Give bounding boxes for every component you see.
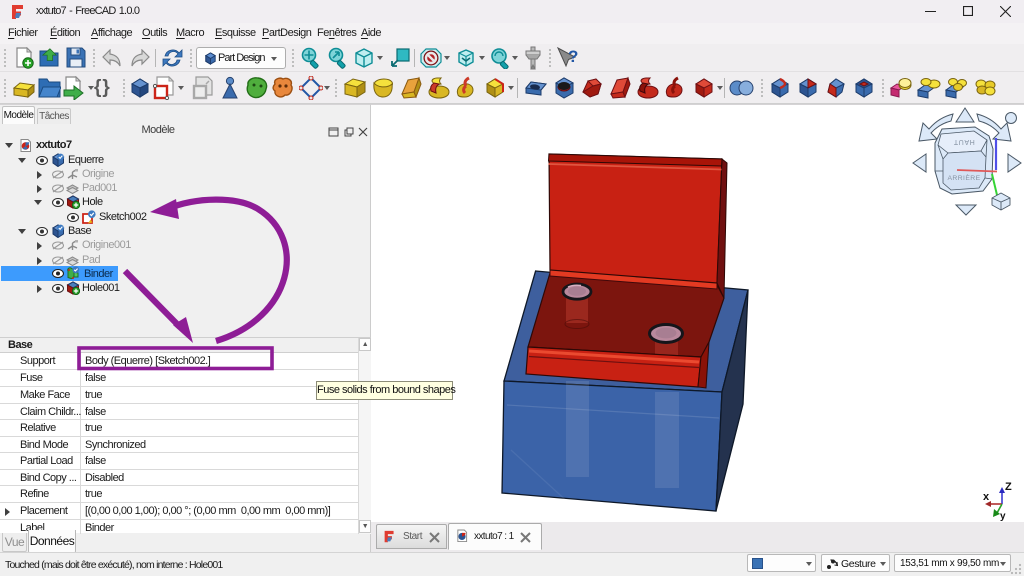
- svg-text:Z: Z: [1005, 481, 1012, 493]
- svg-text:x: x: [983, 491, 990, 503]
- svg-text:ARRIÈRE: ARRIÈRE: [947, 173, 980, 182]
- svg-text:HAUT: HAUT: [953, 138, 975, 145]
- svg-text:y: y: [1000, 511, 1006, 522]
- svg-text:?: ?: [568, 47, 578, 66]
